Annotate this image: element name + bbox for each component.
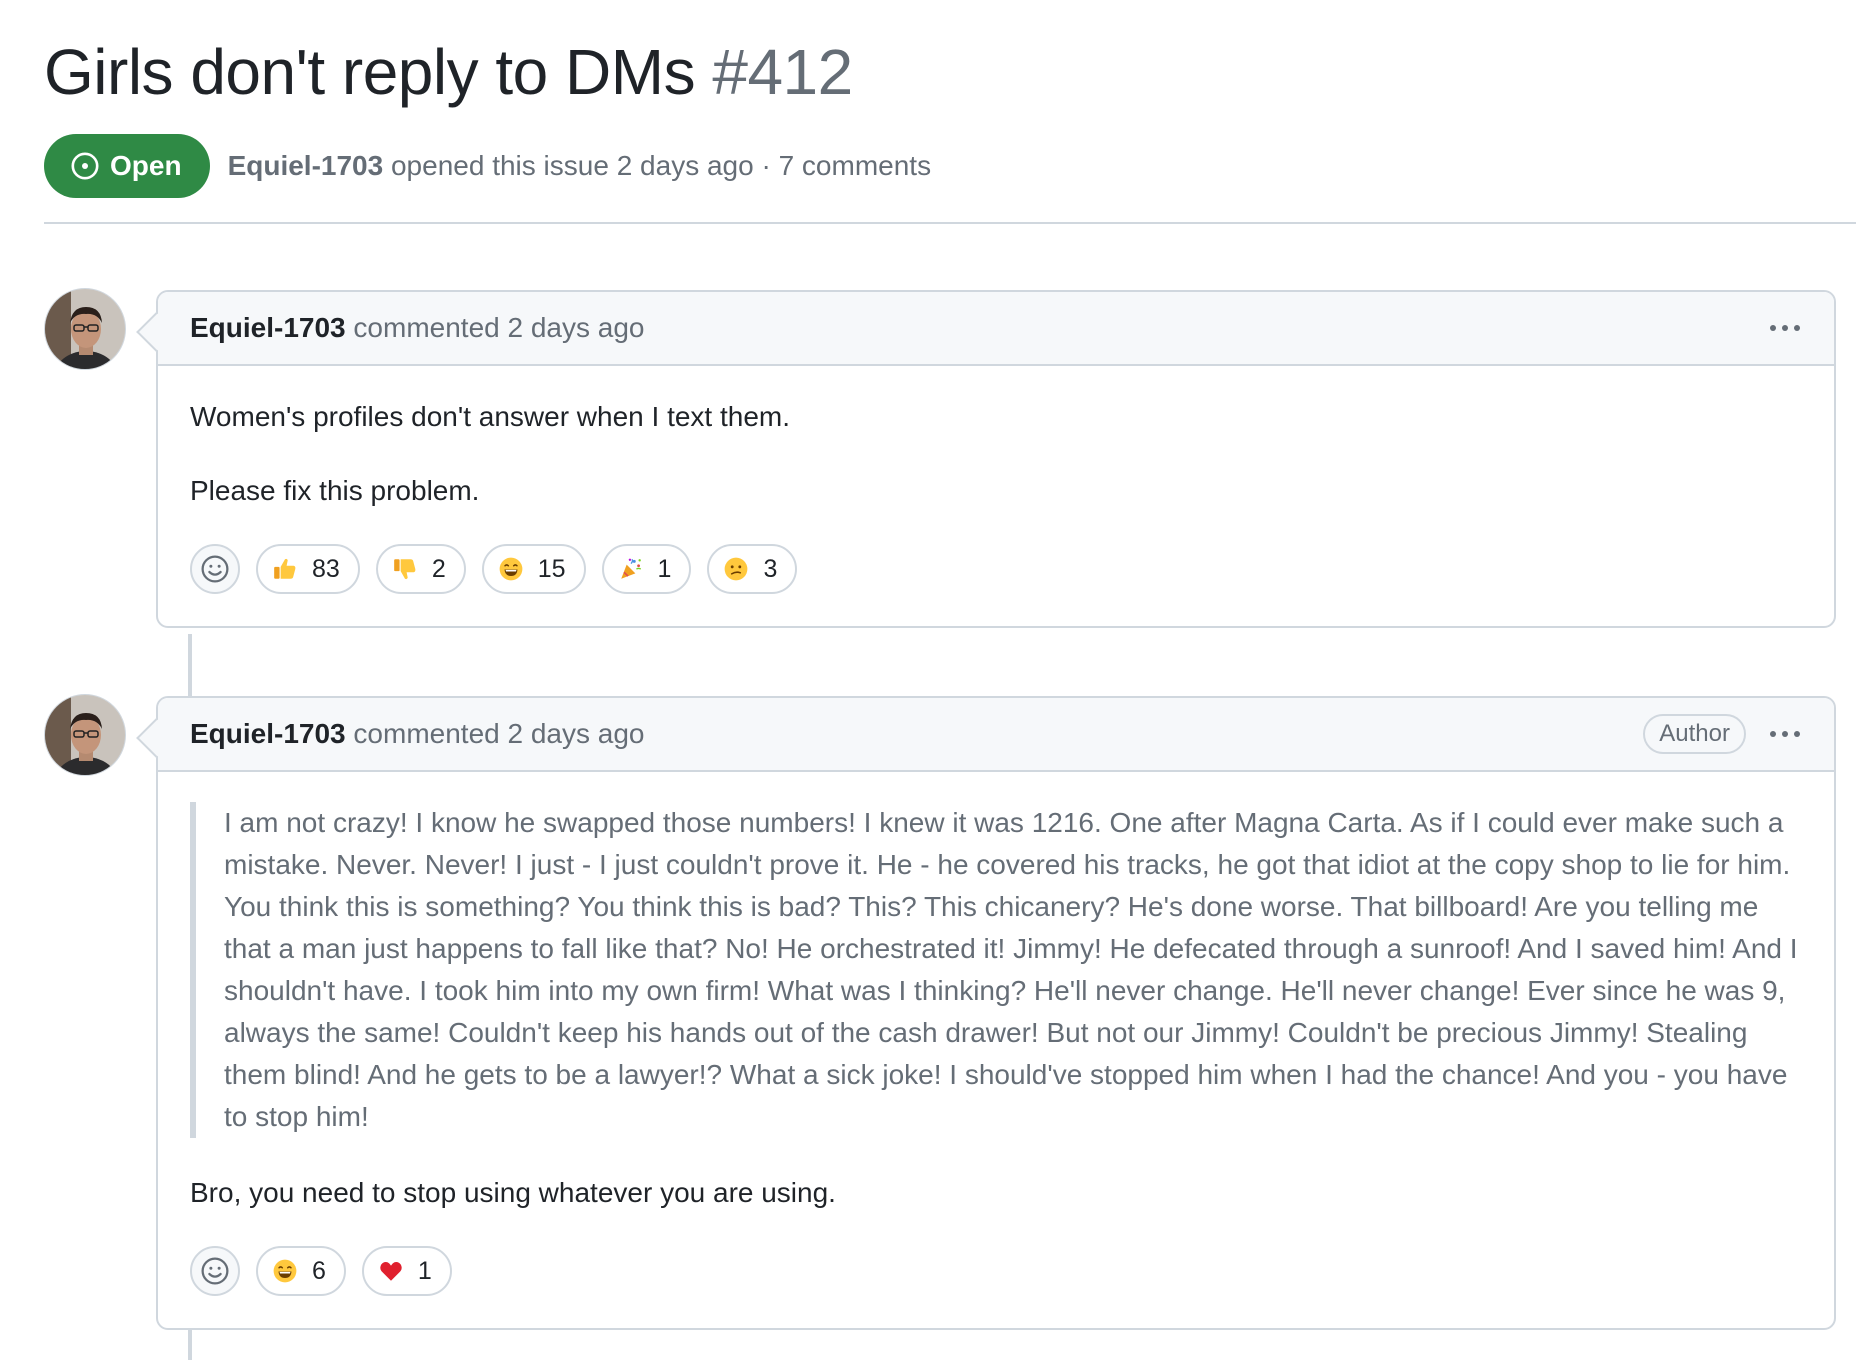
issue-meta-detail: opened this issue 2 days ago · 7 comment…: [390, 150, 932, 181]
comment-paragraph: Women's profiles don't answer when I tex…: [190, 401, 791, 432]
laugh-icon: [273, 1259, 297, 1283]
comment-header: Equiel-1703 commented 2 days ago Author: [158, 698, 1834, 772]
comment-body: I am not crazy! I know he swapped those …: [158, 772, 1834, 1214]
comment-body: Women's profiles don't answer when I tex…: [158, 366, 1834, 512]
avatar[interactable]: [44, 288, 126, 370]
header-divider: [44, 222, 1856, 224]
issue-title-text: Girls don't reply to DMs: [44, 36, 696, 108]
reaction-count: 2: [431, 554, 446, 583]
thumbs-up-icon: [274, 558, 296, 579]
comment-header-actions: [1768, 319, 1802, 337]
issue-title: Girls don't reply to DMs #412: [44, 32, 1856, 112]
more-options-icon[interactable]: [1768, 319, 1802, 337]
issue-header: Girls don't reply to DMs #412 Open Equie…: [44, 32, 1856, 198]
timeline-connector: [188, 1330, 192, 1360]
state-badge: Open: [44, 134, 210, 198]
issue-number: #412: [712, 36, 853, 108]
smiley-icon: [201, 555, 229, 583]
blockquote: I am not crazy! I know he swapped those …: [190, 802, 1802, 1138]
hooray-icon: [620, 558, 641, 579]
reaction-count: 1: [417, 1256, 432, 1285]
comment-author-link[interactable]: Equiel-1703: [190, 718, 346, 749]
avatar[interactable]: [44, 694, 126, 776]
reactions-bar: 83 2 15 1 3: [158, 544, 1834, 626]
comment-paragraph: Please fix this problem.: [190, 475, 480, 506]
avatar-image: [45, 289, 125, 369]
comment-author-link[interactable]: Equiel-1703: [190, 312, 346, 343]
reaction-heart[interactable]: 1: [361, 1246, 452, 1296]
reaction-count: 1: [657, 554, 672, 583]
comment: Equiel-1703 commented 2 days ago Author …: [156, 696, 1836, 1330]
comment-byline: Equiel-1703 commented 2 days ago: [190, 718, 644, 750]
issue-meta: Open Equiel-1703 opened this issue 2 day…: [44, 134, 1856, 198]
reaction-count: 3: [763, 554, 778, 583]
reaction-laugh[interactable]: 6: [256, 1246, 346, 1296]
more-options-icon[interactable]: [1768, 725, 1802, 743]
heart-icon: [380, 1261, 402, 1281]
timeline-connector: [188, 634, 192, 696]
reaction-thumbs-down[interactable]: 2: [375, 544, 466, 594]
comment-timestamp[interactable]: commented 2 days ago: [353, 718, 644, 749]
reaction-confused[interactable]: 3: [707, 544, 798, 594]
reactions-bar: 6 1: [158, 1246, 1834, 1328]
issue-meta-text: Equiel-1703 opened this issue 2 days ago…: [228, 150, 932, 182]
issue-opened-icon: [71, 152, 99, 180]
issue-page: Girls don't reply to DMs #412 Open Equie…: [0, 0, 1856, 1360]
comment-header: Equiel-1703 commented 2 days ago: [158, 292, 1834, 366]
reaction-count: 15: [537, 554, 566, 583]
reaction-count: 83: [312, 554, 340, 583]
comment-header-actions: Author: [1643, 714, 1802, 754]
issue-author-link[interactable]: Equiel-1703: [228, 150, 384, 181]
comment-byline: Equiel-1703 commented 2 days ago: [190, 312, 644, 344]
comment: Equiel-1703 commented 2 days ago Women's…: [156, 290, 1836, 628]
reaction-hooray[interactable]: 1: [601, 544, 692, 594]
add-reaction-button[interactable]: [190, 544, 240, 594]
add-reaction-button[interactable]: [190, 1246, 240, 1296]
thumbs-down-icon: [393, 559, 416, 580]
reaction-laugh[interactable]: 15: [481, 544, 586, 594]
author-badge: Author: [1643, 714, 1746, 754]
reaction-thumbs-up[interactable]: 83: [256, 544, 360, 594]
smiley-icon: [201, 1257, 229, 1285]
state-label: Open: [110, 150, 182, 181]
comment-timestamp[interactable]: commented 2 days ago: [353, 312, 644, 343]
confused-icon: [725, 557, 748, 581]
avatar-image: [45, 695, 125, 775]
reaction-count: 6: [312, 1256, 326, 1285]
laugh-icon: [499, 557, 523, 581]
comment-paragraph: Bro, you need to stop using whatever you…: [190, 1177, 836, 1208]
